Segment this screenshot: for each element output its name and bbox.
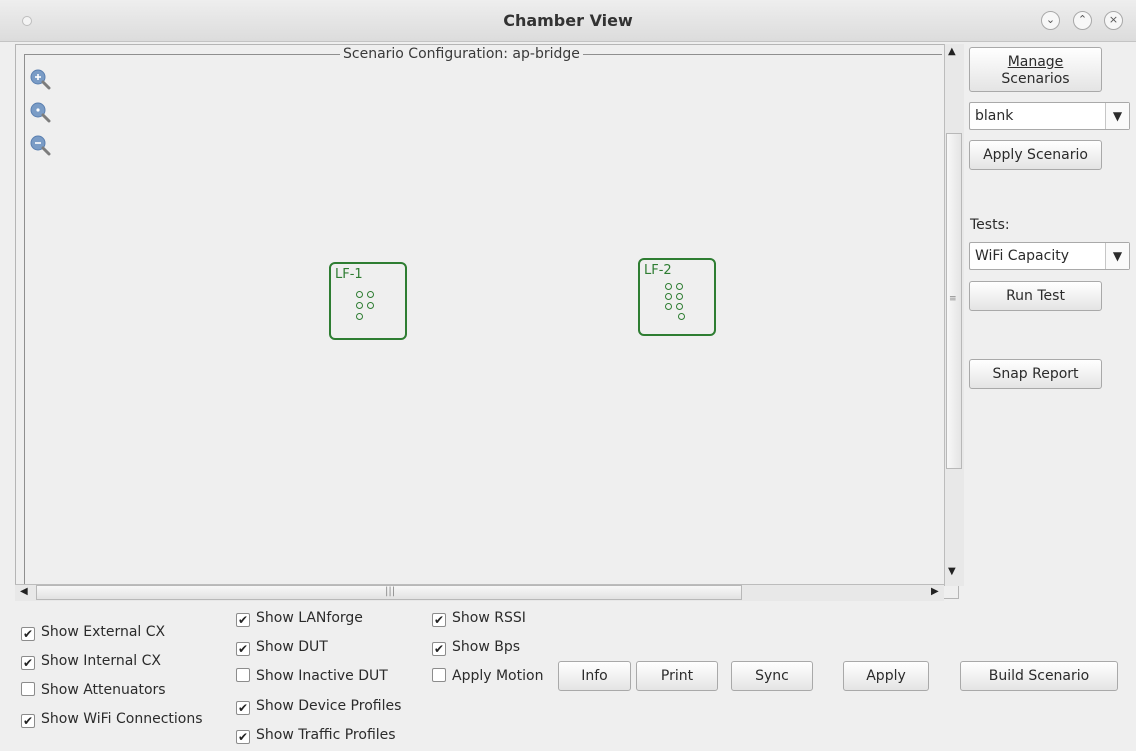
device-label: LF-2 — [644, 263, 672, 278]
checkbox-show-external-cx[interactable]: ✔ Show External CX — [21, 624, 165, 644]
device-label: LF-1 — [335, 267, 363, 282]
maximize-icon[interactable]: ⌃ — [1073, 11, 1092, 30]
scroll-up-icon[interactable]: ▲ — [948, 46, 956, 57]
checkbox-icon[interactable] — [21, 682, 35, 696]
port-icon[interactable] — [676, 303, 683, 310]
port-icon[interactable] — [367, 302, 374, 309]
port-icon[interactable] — [356, 302, 363, 309]
scenario-title: Scenario Configuration: ap-bridge — [340, 46, 583, 62]
checkbox-icon[interactable]: ✔ — [236, 701, 250, 715]
checkbox-icon[interactable]: ✔ — [432, 642, 446, 656]
checkbox-icon[interactable]: ✔ — [236, 613, 250, 627]
apply-button[interactable]: Apply — [843, 661, 929, 691]
port-icon[interactable] — [367, 291, 374, 298]
print-button[interactable]: Print — [636, 661, 718, 691]
manage-label: Manage — [1007, 54, 1064, 70]
checkbox-icon[interactable]: ✔ — [21, 656, 35, 670]
grip-icon: ≡ — [949, 294, 957, 304]
checkbox-show-traffic-profiles[interactable]: ✔ Show Traffic Profiles — [236, 727, 396, 747]
checkbox-show-attenuators[interactable]: Show Attenuators — [21, 682, 166, 702]
checkbox-show-bps[interactable]: ✔ Show Bps — [432, 639, 520, 659]
device-lf-1[interactable]: LF-1 — [329, 262, 407, 340]
tests-select-value: WiFi Capacity — [975, 248, 1069, 264]
tests-label: Tests: — [970, 217, 1010, 233]
port-icon[interactable] — [356, 313, 363, 320]
checkbox-icon[interactable] — [236, 668, 250, 682]
port-icon[interactable] — [665, 303, 672, 310]
scroll-down-icon[interactable]: ▼ — [948, 566, 956, 577]
scenario-select[interactable]: blank ▼ — [969, 102, 1130, 130]
port-icon[interactable] — [676, 283, 683, 290]
apply-scenario-button[interactable]: Apply Scenario — [969, 140, 1102, 170]
minimize-icon[interactable]: ⌄ — [1041, 11, 1060, 30]
zoom-reset-icon[interactable] — [29, 101, 51, 123]
port-icon[interactable] — [676, 293, 683, 300]
sync-button[interactable]: Sync — [731, 661, 813, 691]
checkbox-icon[interactable]: ✔ — [21, 627, 35, 641]
checkbox-icon[interactable]: ✔ — [236, 730, 250, 744]
checkbox-show-lanforge[interactable]: ✔ Show LANforge — [236, 610, 363, 630]
checkbox-show-internal-cx[interactable]: ✔ Show Internal CX — [21, 653, 161, 673]
checkbox-apply-motion[interactable]: Apply Motion — [432, 668, 543, 688]
checkbox-show-inactive-dut[interactable]: Show Inactive DUT — [236, 668, 388, 688]
scroll-right-icon[interactable]: ▶ — [931, 586, 939, 597]
checkbox-icon[interactable]: ✔ — [432, 613, 446, 627]
build-scenario-button[interactable]: Build Scenario — [960, 661, 1118, 691]
scroll-left-icon[interactable]: ◀ — [20, 586, 28, 597]
snap-report-button[interactable]: Snap Report — [969, 359, 1102, 389]
chevron-down-icon[interactable]: ▼ — [1105, 103, 1129, 129]
close-icon[interactable]: × — [1104, 11, 1123, 30]
run-test-button[interactable]: Run Test — [969, 281, 1102, 311]
checkbox-show-dut[interactable]: ✔ Show DUT — [236, 639, 328, 659]
checkbox-show-wifi-connections[interactable]: ✔ Show WiFi Connections — [21, 711, 203, 731]
checkbox-icon[interactable] — [432, 668, 446, 682]
checkbox-show-device-profiles[interactable]: ✔ Show Device Profiles — [236, 698, 401, 718]
port-icon[interactable] — [665, 293, 672, 300]
scenario-fieldset — [24, 54, 942, 591]
window-title: Chamber View — [503, 11, 633, 30]
scenarios-label: Scenarios — [1001, 71, 1070, 87]
device-lf-2[interactable]: LF-2 — [638, 258, 716, 336]
checkbox-icon[interactable]: ✔ — [21, 714, 35, 728]
port-icon[interactable] — [665, 283, 672, 290]
checkbox-show-rssi[interactable]: ✔ Show RSSI — [432, 610, 526, 630]
grip-icon: ||| — [385, 586, 396, 597]
chevron-down-icon[interactable]: ▼ — [1105, 243, 1129, 269]
manage-scenarios-button[interactable]: Manage Scenarios — [969, 47, 1102, 92]
port-icon[interactable] — [356, 291, 363, 298]
tests-select[interactable]: WiFi Capacity ▼ — [969, 242, 1130, 270]
zoom-in-icon[interactable] — [29, 68, 51, 90]
title-bar: Chamber View ⌄ ⌃ × — [0, 0, 1136, 42]
scenario-select-value: blank — [975, 108, 1014, 124]
zoom-out-icon[interactable] — [29, 134, 51, 156]
port-icon[interactable] — [678, 313, 685, 320]
checkbox-icon[interactable]: ✔ — [236, 642, 250, 656]
info-button[interactable]: Info — [558, 661, 631, 691]
